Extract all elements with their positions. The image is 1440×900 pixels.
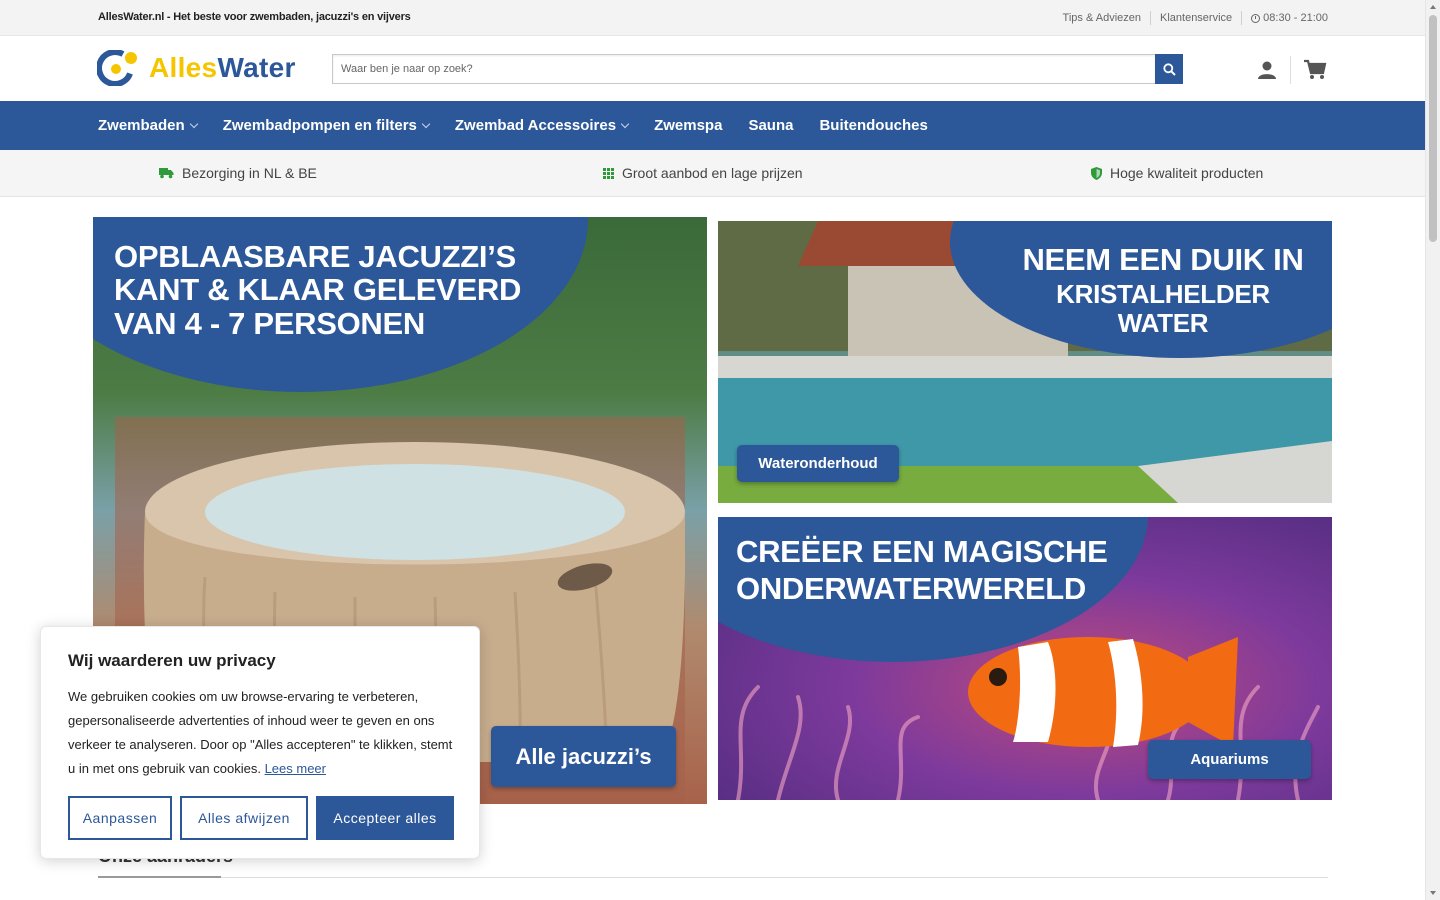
usp-range: Groot aanbod en lage prijzen <box>603 165 803 181</box>
truck-icon <box>159 168 174 179</box>
chevron-down-icon <box>189 119 198 129</box>
usp-bar: Bezorging in NL & BE Groot aanbod en lag… <box>0 150 1425 197</box>
accept-all-button[interactable]: Accepteer alles <box>316 796 454 840</box>
usp-delivery: Bezorging in NL & BE <box>159 165 317 181</box>
site-logo[interactable]: AllesWater <box>97 50 296 86</box>
nav-item-zwemspa[interactable]: Zwemspa <box>654 117 722 134</box>
section-title-underline <box>98 876 221 878</box>
cookie-buttons: Aanpassen Alles afwijzen Accepteer alles <box>68 796 454 840</box>
opening-hours: 08:30 - 21:00 <box>1242 12 1328 24</box>
nav-item-zwembaden[interactable]: Zwembaden <box>98 117 198 134</box>
site-header: AllesWater <box>0 36 1425 101</box>
chevron-down-icon <box>421 119 431 129</box>
cart-icon[interactable] <box>1303 59 1327 81</box>
usp-quality: Hoge kwaliteit producten <box>1091 165 1263 181</box>
banner-aquariums[interactable]: CREËER EEN MAGISCHE ONDERWATERWERELD Aqu… <box>718 517 1332 800</box>
reject-all-button[interactable]: Alles afwijzen <box>180 796 308 840</box>
cookie-body: We gebruiken cookies om uw browse-ervari… <box>68 689 453 776</box>
nav-item-buitendouches[interactable]: Buitendouches <box>819 117 927 134</box>
customize-button[interactable]: Aanpassen <box>68 796 172 840</box>
logo-mark-icon <box>97 50 137 86</box>
search-button[interactable] <box>1155 54 1183 84</box>
aquarium-headline: CREËER EEN MAGISCHE ONDERWATERWERELD <box>736 534 1108 607</box>
nav-item-pompen-filters[interactable]: Zwembadpompen en filters <box>223 117 431 134</box>
customer-service-link[interactable]: Klantenservice <box>1151 12 1241 24</box>
main-navigation: Zwembaden Zwembadpompen en filters Zwemb… <box>0 101 1425 150</box>
jacuzzi-headline: OPBLAASBARE JACUZZI’S KANT & KLAAR GELEV… <box>114 239 522 341</box>
clock-icon <box>1251 13 1261 23</box>
page-scrollbar[interactable] <box>1425 0 1440 900</box>
water-headline: NEEM EEN DUIK IN KRISTALHELDER WATER <box>1022 242 1304 338</box>
site-tagline: AllesWater.nl - Het beste voor zwembaden… <box>98 11 411 23</box>
aquariums-button[interactable]: Aquariums <box>1148 740 1311 779</box>
logo-wordmark: AllesWater <box>149 52 296 83</box>
grid-icon <box>603 167 614 179</box>
scrollbar-thumb[interactable] <box>1429 15 1437 242</box>
header-icons <box>1256 56 1327 84</box>
read-more-link[interactable]: Lees meer <box>265 761 326 776</box>
cookie-consent-dialog: Wij waarderen uw privacy We gebruiken co… <box>40 626 480 859</box>
scroll-up-icon[interactable] <box>1430 5 1436 9</box>
shield-icon <box>1091 166 1102 180</box>
search-icon <box>1162 62 1176 76</box>
opening-hours-text: 08:30 - 21:00 <box>1263 12 1328 24</box>
section-divider <box>98 877 1328 878</box>
scroll-down-icon[interactable] <box>1430 891 1436 895</box>
account-icon[interactable] <box>1256 59 1278 81</box>
top-links: Tips & Adviezen Klantenservice 08:30 - 2… <box>1054 11 1328 25</box>
banner-water-maintenance[interactable]: NEEM EEN DUIK IN KRISTALHELDER WATER Wat… <box>718 221 1332 503</box>
search-bar <box>332 54 1183 84</box>
chevron-down-icon <box>620 119 630 129</box>
tips-link[interactable]: Tips & Adviezen <box>1054 12 1150 24</box>
nav-item-sauna[interactable]: Sauna <box>748 117 793 134</box>
water-maintenance-button[interactable]: Wateronderhoud <box>737 445 899 482</box>
nav-item-accessoires[interactable]: Zwembad Accessoires <box>455 117 630 134</box>
top-info-bar: AllesWater.nl - Het beste voor zwembaden… <box>0 0 1425 36</box>
search-input[interactable] <box>332 54 1155 84</box>
all-jacuzzis-button[interactable]: Alle jacuzzi’s <box>491 726 676 787</box>
divider <box>1290 56 1291 84</box>
cookie-title: Wij waarderen uw privacy <box>68 651 276 670</box>
